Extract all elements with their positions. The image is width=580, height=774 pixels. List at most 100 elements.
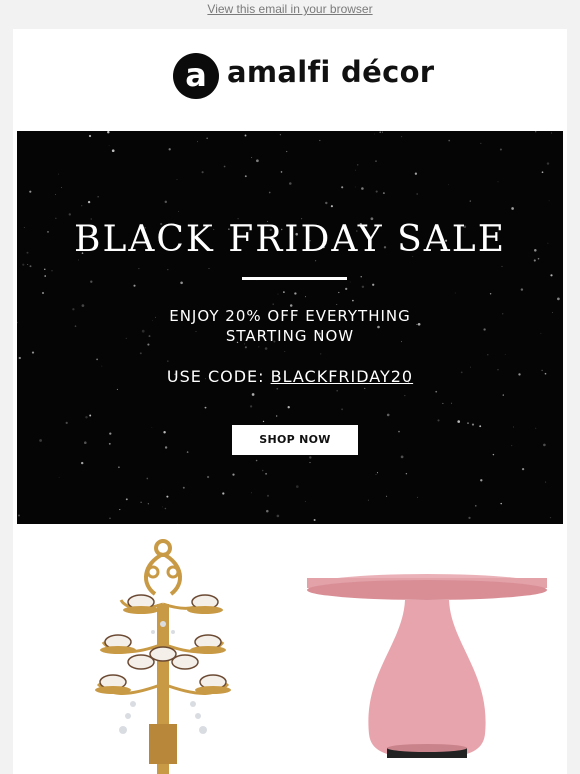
star	[295, 485, 299, 488]
star	[147, 503, 149, 505]
star	[489, 293, 492, 295]
star	[249, 405, 253, 408]
star	[375, 160, 377, 162]
star	[468, 516, 471, 520]
star	[39, 439, 42, 442]
star	[551, 132, 552, 134]
star	[118, 466, 120, 469]
star	[417, 496, 418, 498]
star	[535, 427, 537, 429]
star	[266, 509, 269, 513]
star	[186, 451, 189, 453]
star	[284, 350, 286, 352]
star	[557, 297, 560, 301]
star	[469, 200, 471, 202]
pink-cake-stand-image	[307, 574, 547, 758]
brand-logo-icon: a	[173, 53, 219, 99]
star	[546, 162, 550, 165]
star	[272, 303, 274, 305]
star	[88, 134, 92, 138]
star	[208, 268, 210, 269]
star	[265, 472, 268, 475]
star	[223, 165, 226, 168]
star	[381, 131, 383, 133]
star	[167, 360, 169, 362]
star	[89, 414, 92, 417]
star	[164, 200, 168, 204]
star	[336, 389, 339, 392]
star	[379, 131, 382, 134]
star	[313, 519, 316, 521]
star	[548, 200, 550, 202]
star	[454, 292, 456, 294]
star	[140, 501, 142, 503]
star	[85, 416, 88, 419]
star	[81, 205, 83, 207]
star	[356, 164, 359, 166]
star	[349, 281, 351, 283]
hero-offer-line-1: ENJOY 20% OFF EVERYTHING	[169, 307, 411, 325]
star	[44, 268, 46, 270]
star	[375, 473, 377, 476]
star	[204, 406, 207, 409]
star	[268, 191, 271, 194]
star	[330, 205, 333, 208]
product-image-cake-stand[interactable]	[295, 534, 555, 774]
star	[256, 159, 259, 163]
star	[502, 394, 504, 396]
star	[487, 354, 489, 356]
star	[167, 268, 169, 271]
star	[376, 472, 379, 474]
star	[549, 517, 552, 519]
star	[354, 186, 356, 188]
star	[471, 423, 475, 426]
star	[294, 292, 297, 295]
star	[96, 358, 98, 361]
star	[261, 469, 264, 472]
star	[244, 134, 247, 137]
star	[373, 133, 375, 135]
star	[497, 181, 499, 183]
promo-code[interactable]: BLACKFRIDAY20	[271, 367, 414, 386]
hero-offer-line-2: STARTING NOW	[225, 327, 355, 345]
star	[341, 408, 344, 411]
star	[341, 186, 344, 189]
star	[309, 456, 312, 459]
star	[116, 388, 118, 390]
star	[258, 346, 260, 348]
star	[251, 156, 253, 158]
star	[480, 479, 483, 482]
star	[448, 184, 450, 186]
star	[119, 509, 121, 511]
black-friday-banner[interactable]: BLACK FRIDAY SALE ENJOY 20% OFF EVERYTHI…	[17, 131, 563, 524]
star	[451, 402, 453, 404]
star	[108, 145, 110, 147]
star	[442, 402, 444, 404]
star	[232, 473, 235, 476]
star	[535, 131, 537, 133]
star	[500, 502, 502, 505]
star	[479, 425, 482, 428]
star	[166, 495, 169, 498]
star	[18, 356, 21, 360]
star	[280, 171, 283, 173]
star	[180, 281, 183, 285]
star	[511, 207, 514, 210]
brand-header[interactable]: a amalfi décor	[13, 29, 567, 129]
star	[521, 467, 525, 471]
star	[289, 182, 292, 185]
gold-cupcake-stand-image	[95, 539, 231, 774]
product-image-cupcake-stand[interactable]	[63, 534, 263, 774]
star	[65, 421, 68, 425]
star	[206, 475, 210, 479]
star	[401, 136, 403, 138]
star	[480, 142, 482, 144]
star	[279, 134, 281, 136]
star	[162, 506, 163, 508]
star	[304, 501, 306, 502]
star	[448, 139, 451, 142]
star	[255, 459, 258, 462]
view-in-browser-link[interactable]: View this email in your browser	[207, 2, 372, 16]
star	[276, 514, 280, 518]
shop-now-button[interactable]: SHOP NOW	[232, 425, 358, 455]
